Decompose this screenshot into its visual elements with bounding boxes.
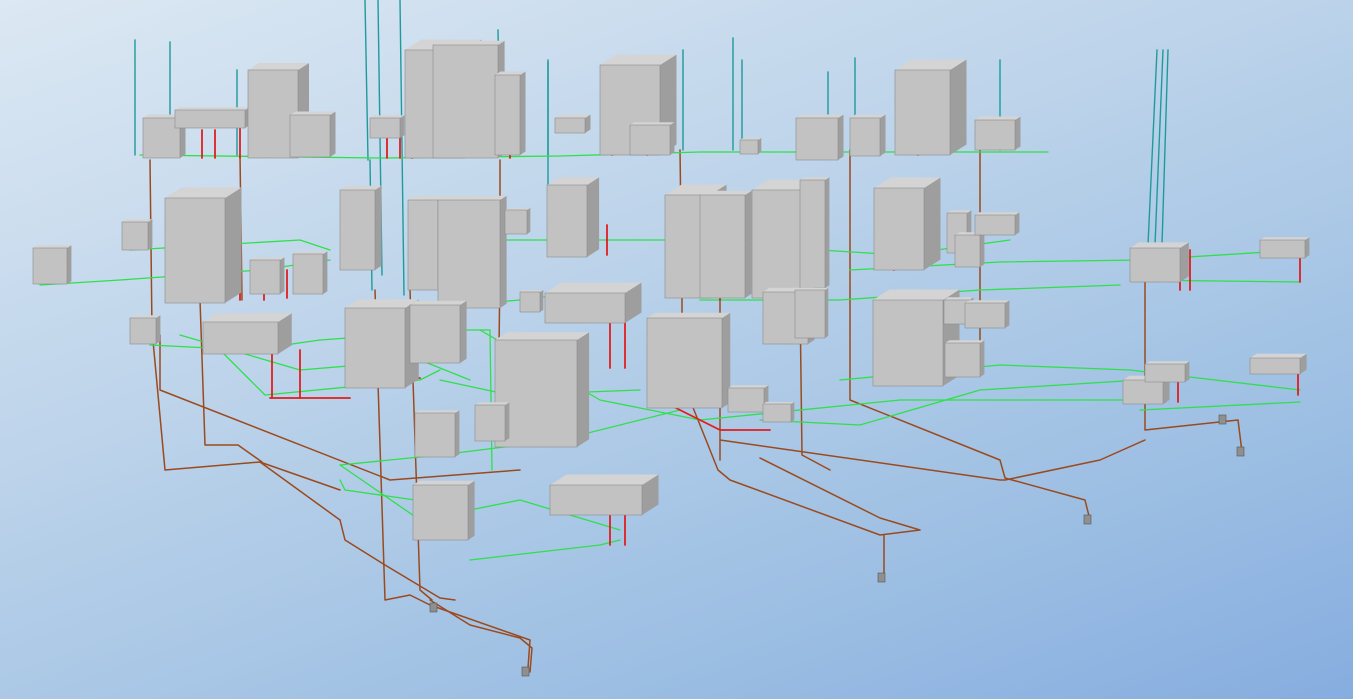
fixture-icon[interactable] <box>544 282 642 324</box>
fixture-icon[interactable] <box>249 257 285 295</box>
fixture-icon[interactable] <box>494 71 526 156</box>
fixture-icon[interactable] <box>974 116 1021 151</box>
drain-outlets-group <box>429 414 1245 677</box>
fixture-icon[interactable] <box>894 59 967 156</box>
vent-riser[interactable] <box>364 0 369 161</box>
fixture-icon[interactable] <box>129 315 161 345</box>
fixture-icon[interactable] <box>1144 361 1190 383</box>
fixture-icon[interactable] <box>369 115 405 139</box>
fixture-icon[interactable] <box>474 402 510 442</box>
cold-water-pipe[interactable] <box>469 539 621 561</box>
drain-pipe[interactable] <box>719 439 1146 481</box>
fixture-icon[interactable] <box>762 401 795 423</box>
fixture-icon[interactable] <box>799 177 830 289</box>
3d-model-viewport[interactable] <box>0 0 1353 699</box>
fixture-icon[interactable] <box>504 207 531 235</box>
fixture-icon[interactable] <box>339 185 382 271</box>
fixture-icon[interactable] <box>974 212 1020 236</box>
fixture-icon[interactable] <box>554 114 591 134</box>
fixture-icon[interactable] <box>1259 237 1310 259</box>
vent-riser[interactable] <box>1161 49 1169 246</box>
fixture-icon[interactable] <box>344 299 419 389</box>
drain-outlet-icon[interactable] <box>1083 514 1092 525</box>
drain-outlet-icon[interactable] <box>1236 446 1245 457</box>
fixture-icon[interactable] <box>409 300 467 364</box>
fixture-icon[interactable] <box>414 410 460 458</box>
fixture-icon[interactable] <box>794 287 829 339</box>
fixture-icon[interactable] <box>629 122 675 156</box>
drain-outlet-icon[interactable] <box>521 666 530 677</box>
fixture-icon[interactable] <box>432 40 505 159</box>
fixture-icon[interactable] <box>202 313 292 355</box>
drain-outlet-icon[interactable] <box>429 602 438 613</box>
fixture-icon[interactable] <box>954 232 985 268</box>
fixture-icon[interactable] <box>549 474 659 516</box>
fixture-icon[interactable] <box>32 245 72 285</box>
fixture-icon[interactable] <box>546 177 600 258</box>
fixture-icon[interactable] <box>646 312 731 409</box>
fixture-icon[interactable] <box>164 187 242 304</box>
fixture-icon[interactable] <box>519 289 544 313</box>
fixture-icon[interactable] <box>1249 353 1307 375</box>
fixture-icon[interactable] <box>849 114 886 157</box>
fixture-icon[interactable] <box>412 480 475 541</box>
fixture-icon[interactable] <box>964 300 1010 329</box>
fixture-icon[interactable] <box>795 114 844 161</box>
fixture-icon[interactable] <box>739 137 762 155</box>
fixture-icon[interactable] <box>121 219 153 251</box>
fixture-icon[interactable] <box>1129 242 1189 283</box>
fixture-icon[interactable] <box>699 190 752 299</box>
cold-water-pipe[interactable] <box>759 379 1141 426</box>
fixture-icon[interactable] <box>944 340 985 378</box>
fixture-icon[interactable] <box>437 195 507 309</box>
plumbing-3d-scene[interactable] <box>0 0 1353 699</box>
fixture-icon[interactable] <box>292 251 328 295</box>
drain-outlet-icon[interactable] <box>1218 414 1227 425</box>
drain-outlet-icon[interactable] <box>877 572 886 583</box>
fixture-icon[interactable] <box>873 177 941 271</box>
fixture-icon[interactable] <box>289 111 336 158</box>
drain-pipe[interactable] <box>259 461 341 521</box>
fixture-icon[interactable] <box>174 107 250 129</box>
fixture-icon[interactable] <box>727 385 769 413</box>
